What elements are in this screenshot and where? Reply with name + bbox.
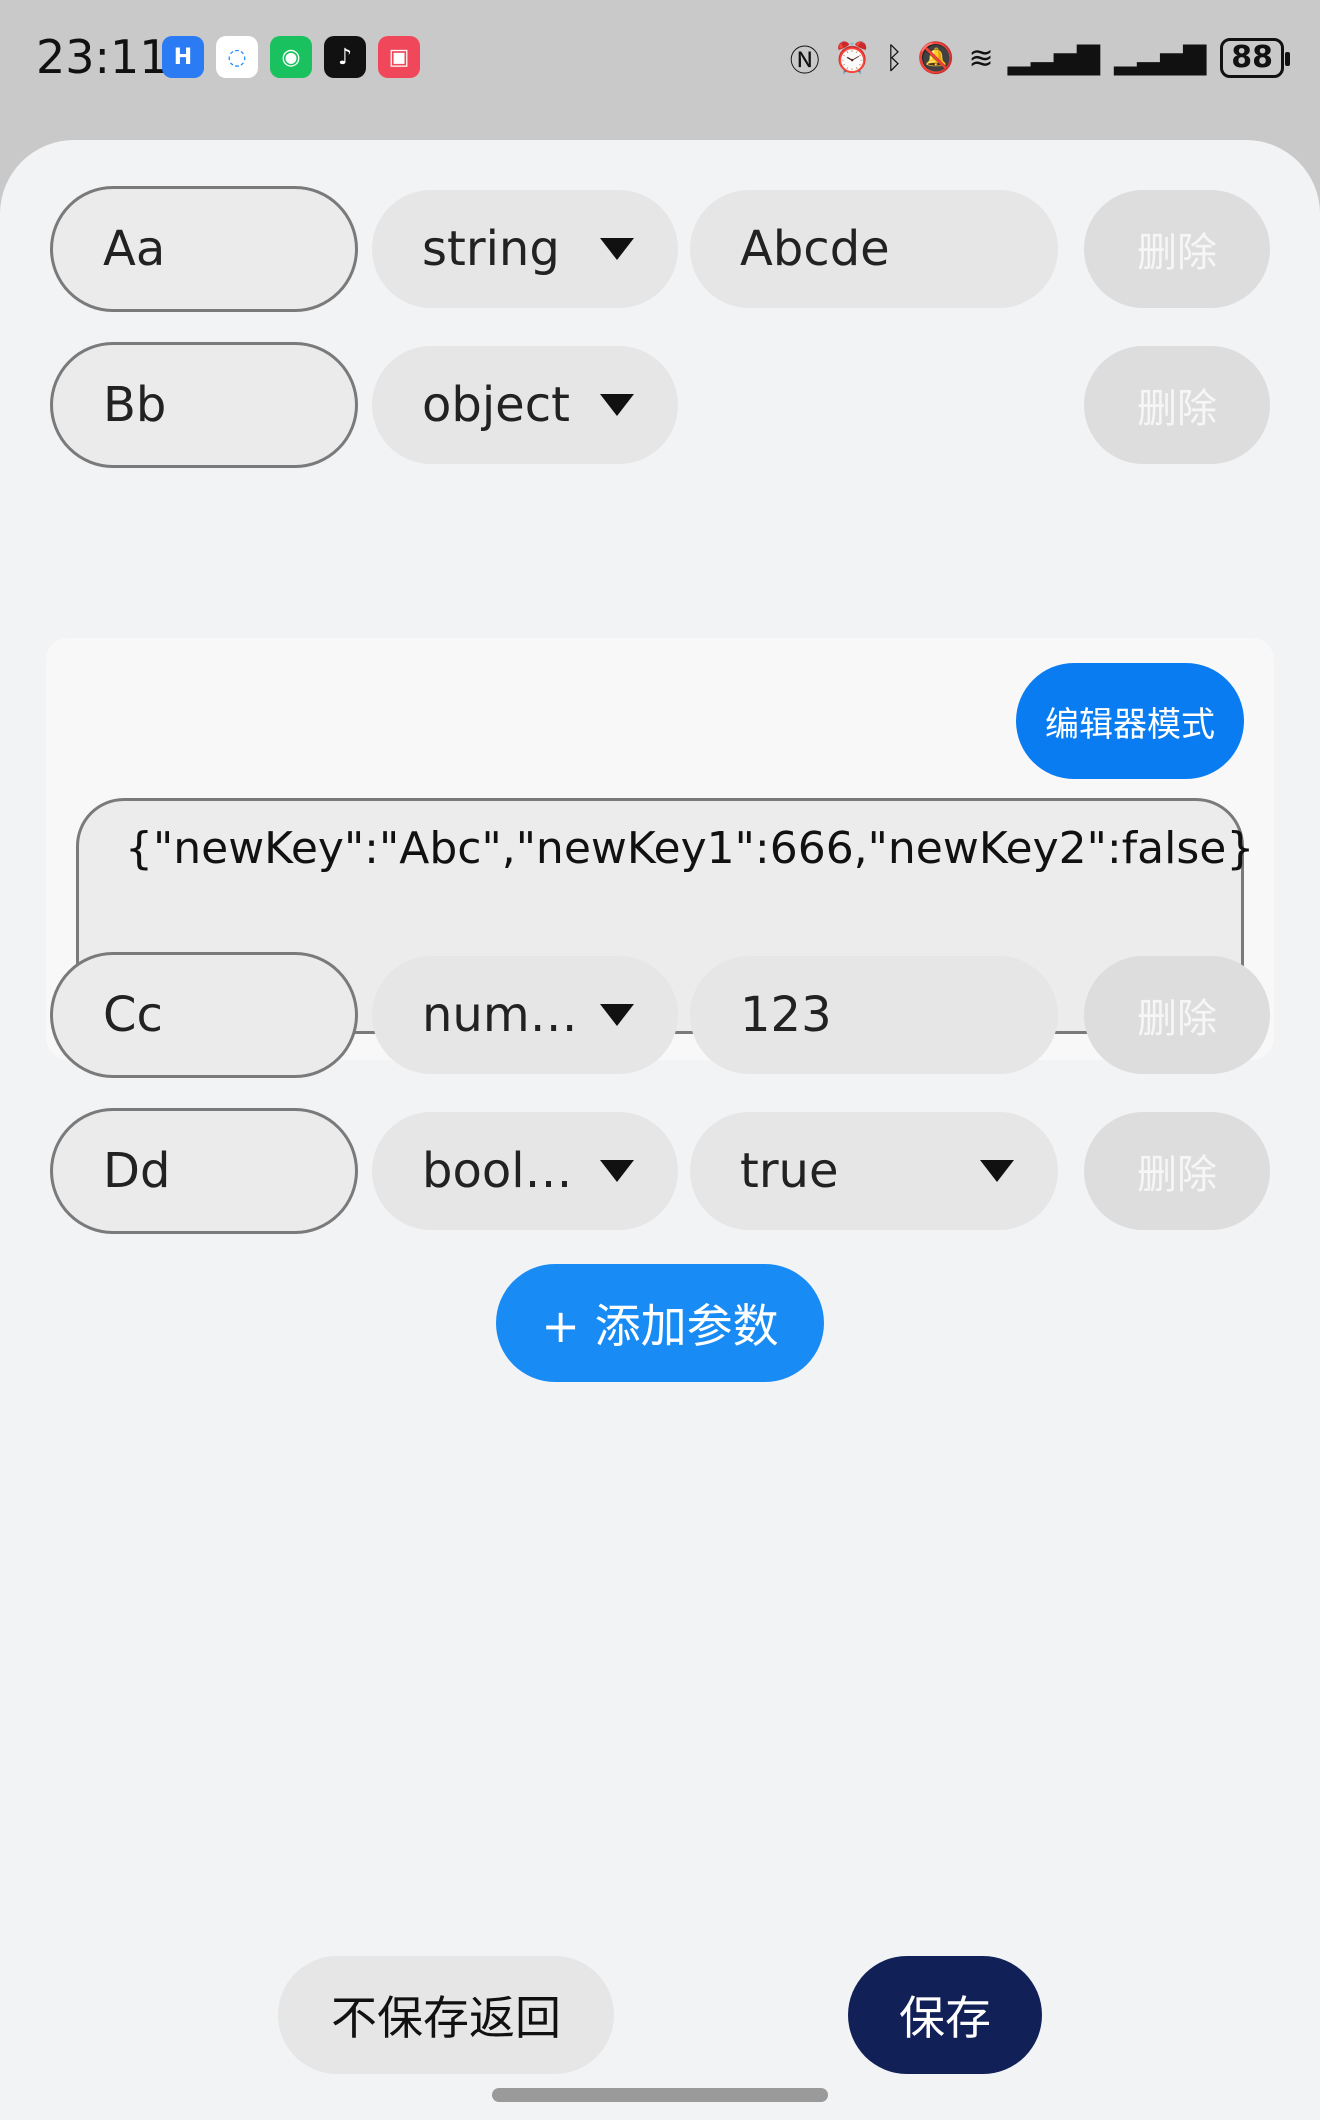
param-key-input[interactable]: Aa: [50, 186, 358, 312]
param-type-select[interactable]: object: [372, 346, 678, 464]
dropdown-caret-icon: [600, 1004, 634, 1026]
add-param-button[interactable]: + 添加参数: [496, 1264, 824, 1382]
discard-back-button[interactable]: 不保存返回: [278, 1956, 614, 2074]
battery-icon: 88: [1220, 38, 1290, 78]
wechat-icon: ◉: [270, 36, 312, 78]
param-value-input[interactable]: 123: [690, 956, 1058, 1074]
harmony-app-icon: H: [162, 36, 204, 78]
param-key-input[interactable]: Bb: [50, 342, 358, 468]
home-indicator[interactable]: [492, 2088, 828, 2102]
param-row: Aa string Abcde 删除: [50, 186, 1270, 312]
param-type-label: num…: [422, 987, 578, 1043]
param-type-label: object: [422, 377, 570, 433]
delete-button[interactable]: 删除: [1084, 956, 1270, 1074]
param-value-select[interactable]: true: [690, 1112, 1058, 1230]
param-value-label: true: [740, 1143, 839, 1199]
param-row: Dd bool… true 删除: [50, 1108, 1270, 1234]
signal-icon-2: ▂▃▅▇: [1113, 40, 1207, 76]
delete-button[interactable]: 删除: [1084, 346, 1270, 464]
dropdown-caret-icon: [980, 1160, 1014, 1182]
param-type-label: string: [422, 221, 560, 277]
notification-app-icons: H ◌ ◉ ♪ ▣: [162, 36, 420, 78]
system-status-icons: Ⓝ ⏰ ᛒ 🔕 ≋ ▂▃▅▇ ▂▃▅▇ 88: [789, 36, 1290, 80]
dropdown-caret-icon: [600, 394, 634, 416]
dropdown-caret-icon: [600, 1160, 634, 1182]
status-bar: 23:11 H ◌ ◉ ♪ ▣ Ⓝ ⏰ ᛒ 🔕 ≋ ▂▃▅▇ ▂▃▅▇ 88: [0, 0, 1320, 130]
save-button[interactable]: 保存: [848, 1956, 1042, 2074]
delete-button[interactable]: 删除: [1084, 1112, 1270, 1230]
clock: 23:11: [36, 30, 169, 84]
mute-icon: 🔕: [917, 40, 955, 76]
param-row: Bb object 删除: [50, 342, 1270, 468]
param-key-input[interactable]: Cc: [50, 952, 358, 1078]
param-type-select[interactable]: bool…: [372, 1112, 678, 1230]
alarm-icon: ⏰: [833, 40, 872, 76]
param-key-input[interactable]: Dd: [50, 1108, 358, 1234]
param-value-input[interactable]: Abcde: [690, 190, 1058, 308]
signal-icon-1: ▂▃▅▇: [1007, 40, 1100, 76]
tiktok-icon: ♪: [324, 36, 366, 78]
bluetooth-icon: ᛒ: [885, 40, 904, 76]
nfc-icon: Ⓝ: [789, 44, 820, 79]
wifi-icon: ≋: [968, 40, 994, 76]
chat-app-icon: ◌: [216, 36, 258, 78]
param-type-select[interactable]: num…: [372, 956, 678, 1074]
param-row: Cc num… 123 删除: [50, 952, 1270, 1078]
param-type-label: bool…: [422, 1143, 573, 1199]
app-gallery-icon: ▣: [378, 36, 420, 78]
delete-button[interactable]: 删除: [1084, 190, 1270, 308]
param-editor-sheet: Aa string Abcde 删除 Bb object 删除 编辑器模式 {"…: [0, 140, 1320, 2120]
editor-mode-button[interactable]: 编辑器模式: [1016, 663, 1244, 779]
dropdown-caret-icon: [600, 238, 634, 260]
param-type-select[interactable]: string: [372, 190, 678, 308]
